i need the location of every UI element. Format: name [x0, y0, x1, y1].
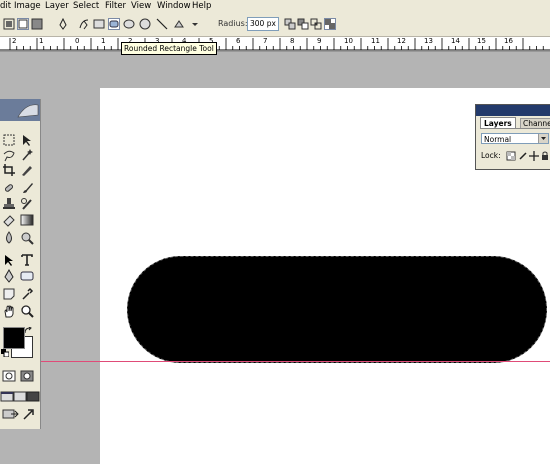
dodge-tool-icon[interactable]: [20, 231, 34, 245]
ruler-label: 1: [101, 37, 106, 45]
healing-brush-icon[interactable]: [2, 181, 16, 195]
lock-transparency-icon[interactable]: [506, 151, 516, 161]
foreground-color-swatch[interactable]: [3, 327, 25, 349]
ellipse-tool-icon[interactable]: [123, 18, 135, 30]
geometry-options-chevron-icon[interactable]: [191, 18, 199, 30]
blend-mode-select[interactable]: Normal: [481, 133, 549, 144]
ruler-label: 16: [504, 37, 513, 45]
ruler-label: 10: [344, 37, 353, 45]
ruler-label: 12: [397, 37, 406, 45]
notes-tool-icon[interactable]: [2, 287, 16, 301]
ruler-label: 6: [236, 37, 241, 45]
lasso-tool-icon[interactable]: [2, 148, 16, 162]
shape-tool-icon[interactable]: [20, 269, 34, 283]
menu-edit[interactable]: dit: [0, 0, 11, 12]
brush-tool-icon[interactable]: [20, 181, 34, 195]
radius-input[interactable]: 300 px: [247, 17, 279, 31]
toolbox: [0, 99, 41, 429]
blur-tool-icon[interactable]: [2, 231, 16, 245]
ruler-label: 0: [75, 37, 80, 45]
ruler-label: 9: [317, 37, 322, 45]
horizontal-ruler: 2 1 0 1 2 3 4 5 6 7 8 9 10 11 12 13 14 1…: [0, 37, 550, 52]
intersect-shapes-icon[interactable]: [310, 18, 322, 30]
menu-select[interactable]: Select: [73, 0, 99, 12]
lock-all-icon[interactable]: [540, 151, 550, 161]
line-tool-icon[interactable]: [156, 18, 168, 30]
rounded-rectangle-tool-icon[interactable]: [108, 18, 120, 30]
tab-divider: [480, 128, 550, 129]
menu-view[interactable]: View: [131, 0, 151, 12]
screen-mode-full-menu-icon[interactable]: [13, 389, 27, 403]
exclude-shapes-icon[interactable]: [324, 18, 336, 30]
pen-tool-icon[interactable]: [57, 18, 69, 30]
magic-wand-icon[interactable]: [20, 148, 34, 162]
lock-image-icon[interactable]: [518, 151, 528, 161]
lock-position-icon[interactable]: [529, 151, 539, 161]
tooltip: Rounded Rectangle Tool: [121, 42, 217, 55]
paths-mode-icon[interactable]: [17, 18, 29, 30]
move-tool-icon[interactable]: [20, 133, 34, 147]
toolbox-header[interactable]: [0, 99, 40, 121]
menu-layer[interactable]: Layer: [45, 0, 69, 12]
gradient-tool-icon[interactable]: [20, 213, 34, 227]
crop-tool-icon[interactable]: [2, 163, 16, 177]
guide-line[interactable]: [40, 361, 550, 362]
quick-mask-icon[interactable]: [20, 369, 34, 383]
slice-tool-icon[interactable]: [20, 163, 34, 177]
ruler-label: 15: [477, 37, 486, 45]
blend-mode-value: Normal: [484, 135, 512, 144]
menu-window[interactable]: Window: [157, 0, 191, 12]
ruler-label: 13: [424, 37, 433, 45]
menu-filter[interactable]: Filter: [105, 0, 126, 12]
ruler-label: 2: [12, 37, 17, 45]
subtract-shapes-icon[interactable]: [297, 18, 309, 30]
layers-palette: Layers Channels Normal Lock:: [475, 104, 550, 170]
custom-shape-tool-icon[interactable]: [173, 18, 189, 30]
rounded-rectangle-shape[interactable]: [127, 256, 547, 363]
shape-layers-icon[interactable]: [3, 18, 15, 30]
ruler-label: 7: [263, 37, 268, 45]
jump-arrow-icon[interactable]: [22, 407, 36, 421]
history-brush-icon[interactable]: [20, 197, 34, 211]
jump-to-imageready-icon[interactable]: [2, 407, 20, 421]
screen-mode-standard-icon[interactable]: [0, 389, 14, 403]
eraser-tool-icon[interactable]: [2, 213, 16, 227]
clone-stamp-icon[interactable]: [2, 197, 16, 211]
ruler-label: 14: [451, 37, 460, 45]
standard-mode-icon[interactable]: [2, 369, 16, 383]
zoom-tool-icon[interactable]: [20, 304, 34, 318]
ruler-label: 8: [290, 37, 295, 45]
lock-label: Lock:: [481, 151, 501, 160]
rectangle-tool-icon[interactable]: [93, 18, 105, 30]
chevron-down-icon[interactable]: [538, 134, 548, 143]
screen-mode-full-icon[interactable]: [26, 389, 40, 403]
ruler-label: 11: [371, 37, 380, 45]
combine-shapes-icon[interactable]: [284, 18, 296, 30]
freeform-pen-icon[interactable]: [78, 18, 90, 30]
marquee-tool-icon[interactable]: [2, 133, 16, 147]
options-bar: Radius: 300 px: [0, 12, 550, 37]
menu-image[interactable]: Image: [14, 0, 41, 12]
ruler-ticks: [0, 38, 550, 51]
type-tool-icon[interactable]: [20, 253, 34, 267]
pen-tool-icon[interactable]: [2, 268, 16, 283]
path-selection-icon[interactable]: [2, 253, 16, 267]
polygon-tool-icon[interactable]: [139, 18, 151, 30]
default-colors-icon[interactable]: [1, 349, 10, 358]
swap-colors-icon[interactable]: [24, 326, 32, 335]
palette-title-bar[interactable]: [476, 105, 550, 116]
menu-help[interactable]: Help: [192, 0, 211, 12]
hand-tool-icon[interactable]: [2, 304, 16, 318]
eyedropper-icon[interactable]: [20, 287, 34, 301]
ruler-label: 1: [39, 37, 44, 45]
radius-label: Radius:: [218, 19, 248, 28]
fill-pixels-icon[interactable]: [31, 18, 43, 30]
